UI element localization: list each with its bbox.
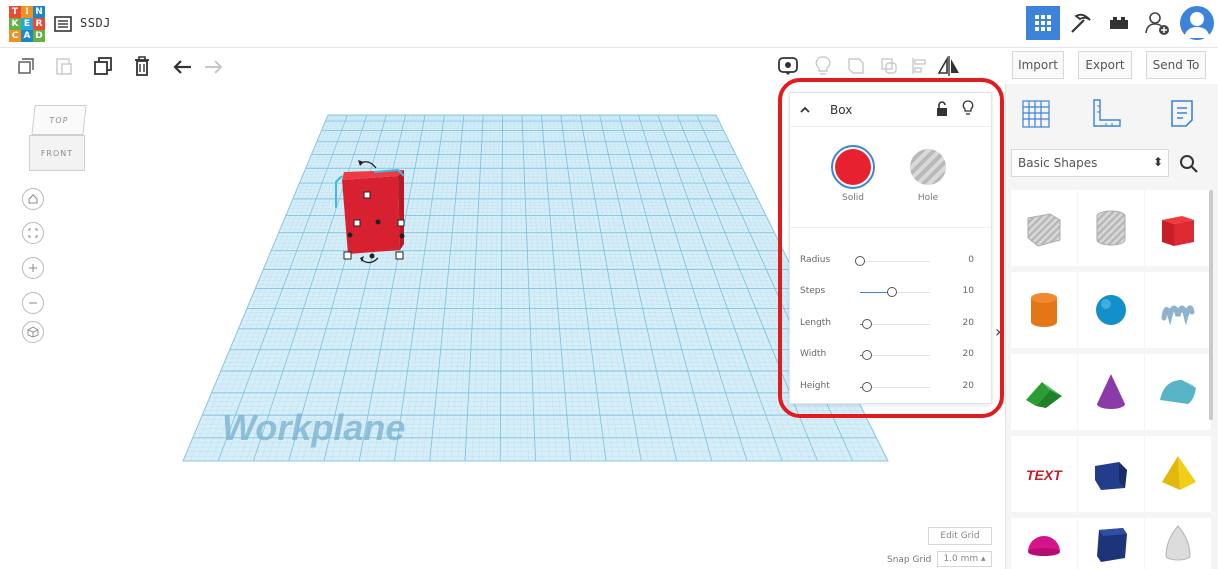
chevron-right-icon[interactable]: › xyxy=(995,322,1001,341)
plus-icon xyxy=(29,264,37,272)
param-slider-knob[interactable] xyxy=(862,319,872,329)
param-label-width: Width xyxy=(800,349,827,359)
workplane-label: Workplane xyxy=(222,407,406,448)
shape-tile-box-hole[interactable] xyxy=(1011,190,1077,266)
design-name[interactable]: SSDJ xyxy=(80,16,111,30)
view-cube-front[interactable]: FRONT xyxy=(29,135,85,171)
shape-tile-paraboloid[interactable] xyxy=(1145,518,1211,569)
unlock-icon[interactable] xyxy=(935,101,949,117)
ruler-icon[interactable] xyxy=(1086,94,1126,134)
duplicate-icon[interactable] xyxy=(91,54,115,78)
param-value-length[interactable]: 20 xyxy=(940,318,974,328)
param-slider-knob[interactable] xyxy=(862,350,872,360)
edit-grid-button[interactable]: Edit Grid xyxy=(928,527,992,545)
solid-label: Solid xyxy=(842,193,864,203)
inspector-divider xyxy=(790,227,991,228)
bricks-icon[interactable] xyxy=(1102,6,1136,40)
fit-view-button[interactable] xyxy=(22,222,44,244)
align-icon[interactable] xyxy=(907,54,931,78)
hole-swatch[interactable] xyxy=(910,149,946,185)
chevron-up-icon[interactable] xyxy=(799,105,811,115)
shape-inspector: Box Solid Hole Radius 0 Steps 10 Length 20 Wid… xyxy=(789,92,992,404)
mirror-icon[interactable] xyxy=(937,54,961,78)
redo-icon[interactable] xyxy=(202,54,226,78)
param-slider-knob[interactable] xyxy=(886,287,897,297)
shape-tile-hexagonal-prism[interactable] xyxy=(1078,518,1144,569)
param-label-radius: Radius xyxy=(800,255,831,265)
shape-tile-roof[interactable] xyxy=(1011,354,1077,430)
grid-icon xyxy=(1035,15,1051,31)
design-menu-icon[interactable] xyxy=(53,14,73,34)
import-button[interactable]: Import xyxy=(1012,51,1064,79)
param-slider-knob[interactable] xyxy=(855,256,865,266)
view-cube-top[interactable]: TOP xyxy=(31,105,87,135)
pickaxe-icon[interactable] xyxy=(1064,6,1098,40)
solid-color-swatch[interactable] xyxy=(835,149,871,185)
shape-tile-half-sphere[interactable] xyxy=(1011,518,1077,569)
trash-icon[interactable] xyxy=(130,54,154,78)
cube-icon xyxy=(27,326,39,338)
hole-label: Hole xyxy=(917,193,939,203)
lightbulb-icon[interactable] xyxy=(811,54,835,78)
search-icon[interactable] xyxy=(1177,152,1201,176)
home-icon xyxy=(28,194,38,204)
shape-category-select[interactable]: Basic Shapes xyxy=(1011,149,1169,177)
home-view-button[interactable] xyxy=(22,188,44,210)
param-value-height[interactable]: 20 xyxy=(940,381,974,391)
zoom-out-button[interactable] xyxy=(22,292,44,314)
svg-text:TEXT: TEXT xyxy=(1026,467,1063,483)
undo-icon[interactable] xyxy=(170,54,194,78)
3d-design-view-button[interactable] xyxy=(1026,6,1060,40)
send-to-button[interactable]: Send To xyxy=(1146,51,1206,79)
export-button[interactable]: Export xyxy=(1078,51,1132,79)
snap-grid-select[interactable]: 1.0 mm ▴ xyxy=(937,551,992,567)
shape-tile-cylinder-hole[interactable] xyxy=(1078,190,1144,266)
perspective-button[interactable] xyxy=(22,321,44,343)
add-user-icon[interactable] xyxy=(1140,6,1174,40)
copy-icon[interactable] xyxy=(14,54,38,78)
library-scrollbar[interactable] xyxy=(1209,190,1213,420)
shape-tile-cone[interactable] xyxy=(1078,354,1144,430)
comment-icon[interactable] xyxy=(776,54,800,78)
param-slider-knob[interactable] xyxy=(862,382,872,392)
minus-icon xyxy=(29,302,37,304)
ungroup-icon[interactable] xyxy=(877,54,901,78)
shape-tile-scribble[interactable] xyxy=(1145,272,1211,348)
group-icon[interactable] xyxy=(844,54,868,78)
tinkercad-logo[interactable]: T I N K E R C A D xyxy=(9,6,45,42)
user-avatar[interactable] xyxy=(1180,6,1214,40)
paste-icon[interactable] xyxy=(52,54,76,78)
top-bar: T I N K E R C A D SSDJ xyxy=(0,0,1218,48)
notes-icon[interactable] xyxy=(1162,94,1202,134)
shape-tile-pyramid[interactable] xyxy=(1145,436,1211,512)
tinkercad-editor: T I N K E R C A D SSDJ Import Export Sen… xyxy=(0,0,1218,569)
shape-tile-cylinder[interactable] xyxy=(1011,272,1077,348)
box-shape[interactable] xyxy=(320,152,420,272)
param-label-length: Length xyxy=(800,318,832,328)
param-value-width[interactable]: 20 xyxy=(940,349,974,359)
workplane-icon[interactable] xyxy=(1016,94,1056,134)
shape-name: Box xyxy=(830,103,853,117)
shape-tile-box[interactable] xyxy=(1145,190,1211,266)
shape-tile-polygon[interactable] xyxy=(1078,436,1144,512)
shape-tile-text[interactable]: TEXT xyxy=(1011,436,1077,512)
param-slider-radius[interactable] xyxy=(860,261,930,262)
shape-tile-round-roof[interactable] xyxy=(1145,354,1211,430)
param-value-radius[interactable]: 0 xyxy=(940,255,974,265)
param-label-steps: Steps xyxy=(800,286,826,296)
inspector-header: Box xyxy=(790,93,991,127)
lightbulb-icon[interactable] xyxy=(962,100,974,117)
select-arrows-icon: ⬍ xyxy=(1153,155,1164,169)
snap-grid-label: Snap Grid xyxy=(887,555,932,565)
param-value-steps[interactable]: 10 xyxy=(940,286,974,296)
fit-icon xyxy=(28,228,38,238)
param-label-height: Height xyxy=(800,381,830,391)
zoom-in-button[interactable] xyxy=(22,257,44,279)
shape-tile-sphere[interactable] xyxy=(1078,272,1144,348)
